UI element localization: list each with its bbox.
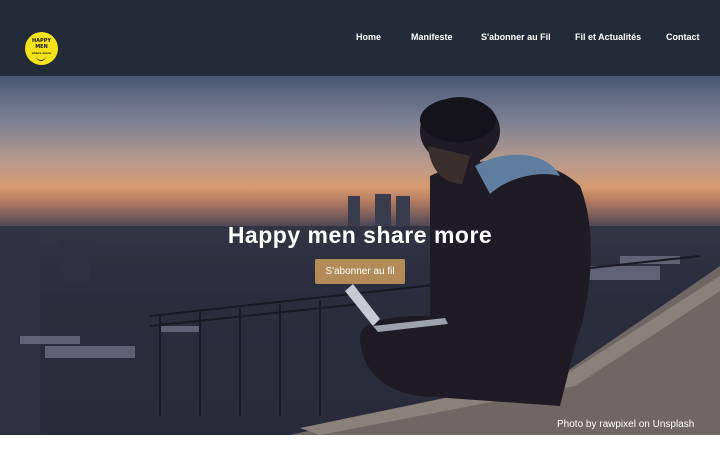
hero-title: Happy men share more (227, 222, 493, 248)
nav-subscribe[interactable]: S'abonner au Fil (481, 32, 551, 42)
site-header: HAPPY MEN share more Home Manifeste S'ab… (0, 0, 720, 76)
hero-section: Happy men share more S'abonner au fil Ph… (0, 76, 720, 435)
logo[interactable]: HAPPY MEN share more (25, 32, 58, 65)
smile-icon (36, 55, 46, 61)
nav-news[interactable]: Fil et Actualités (575, 32, 641, 42)
subscribe-button[interactable]: S'abonner au fil (315, 259, 405, 284)
nav-contact[interactable]: Contact (666, 32, 700, 42)
nav-manifeste[interactable]: Manifeste (411, 32, 453, 42)
nav-home[interactable]: Home (356, 32, 381, 42)
logo-line-2: MEN (35, 44, 48, 50)
photo-credit[interactable]: Photo by rawpixel on Unsplash (557, 419, 694, 430)
hero-background-image (0, 97, 720, 435)
